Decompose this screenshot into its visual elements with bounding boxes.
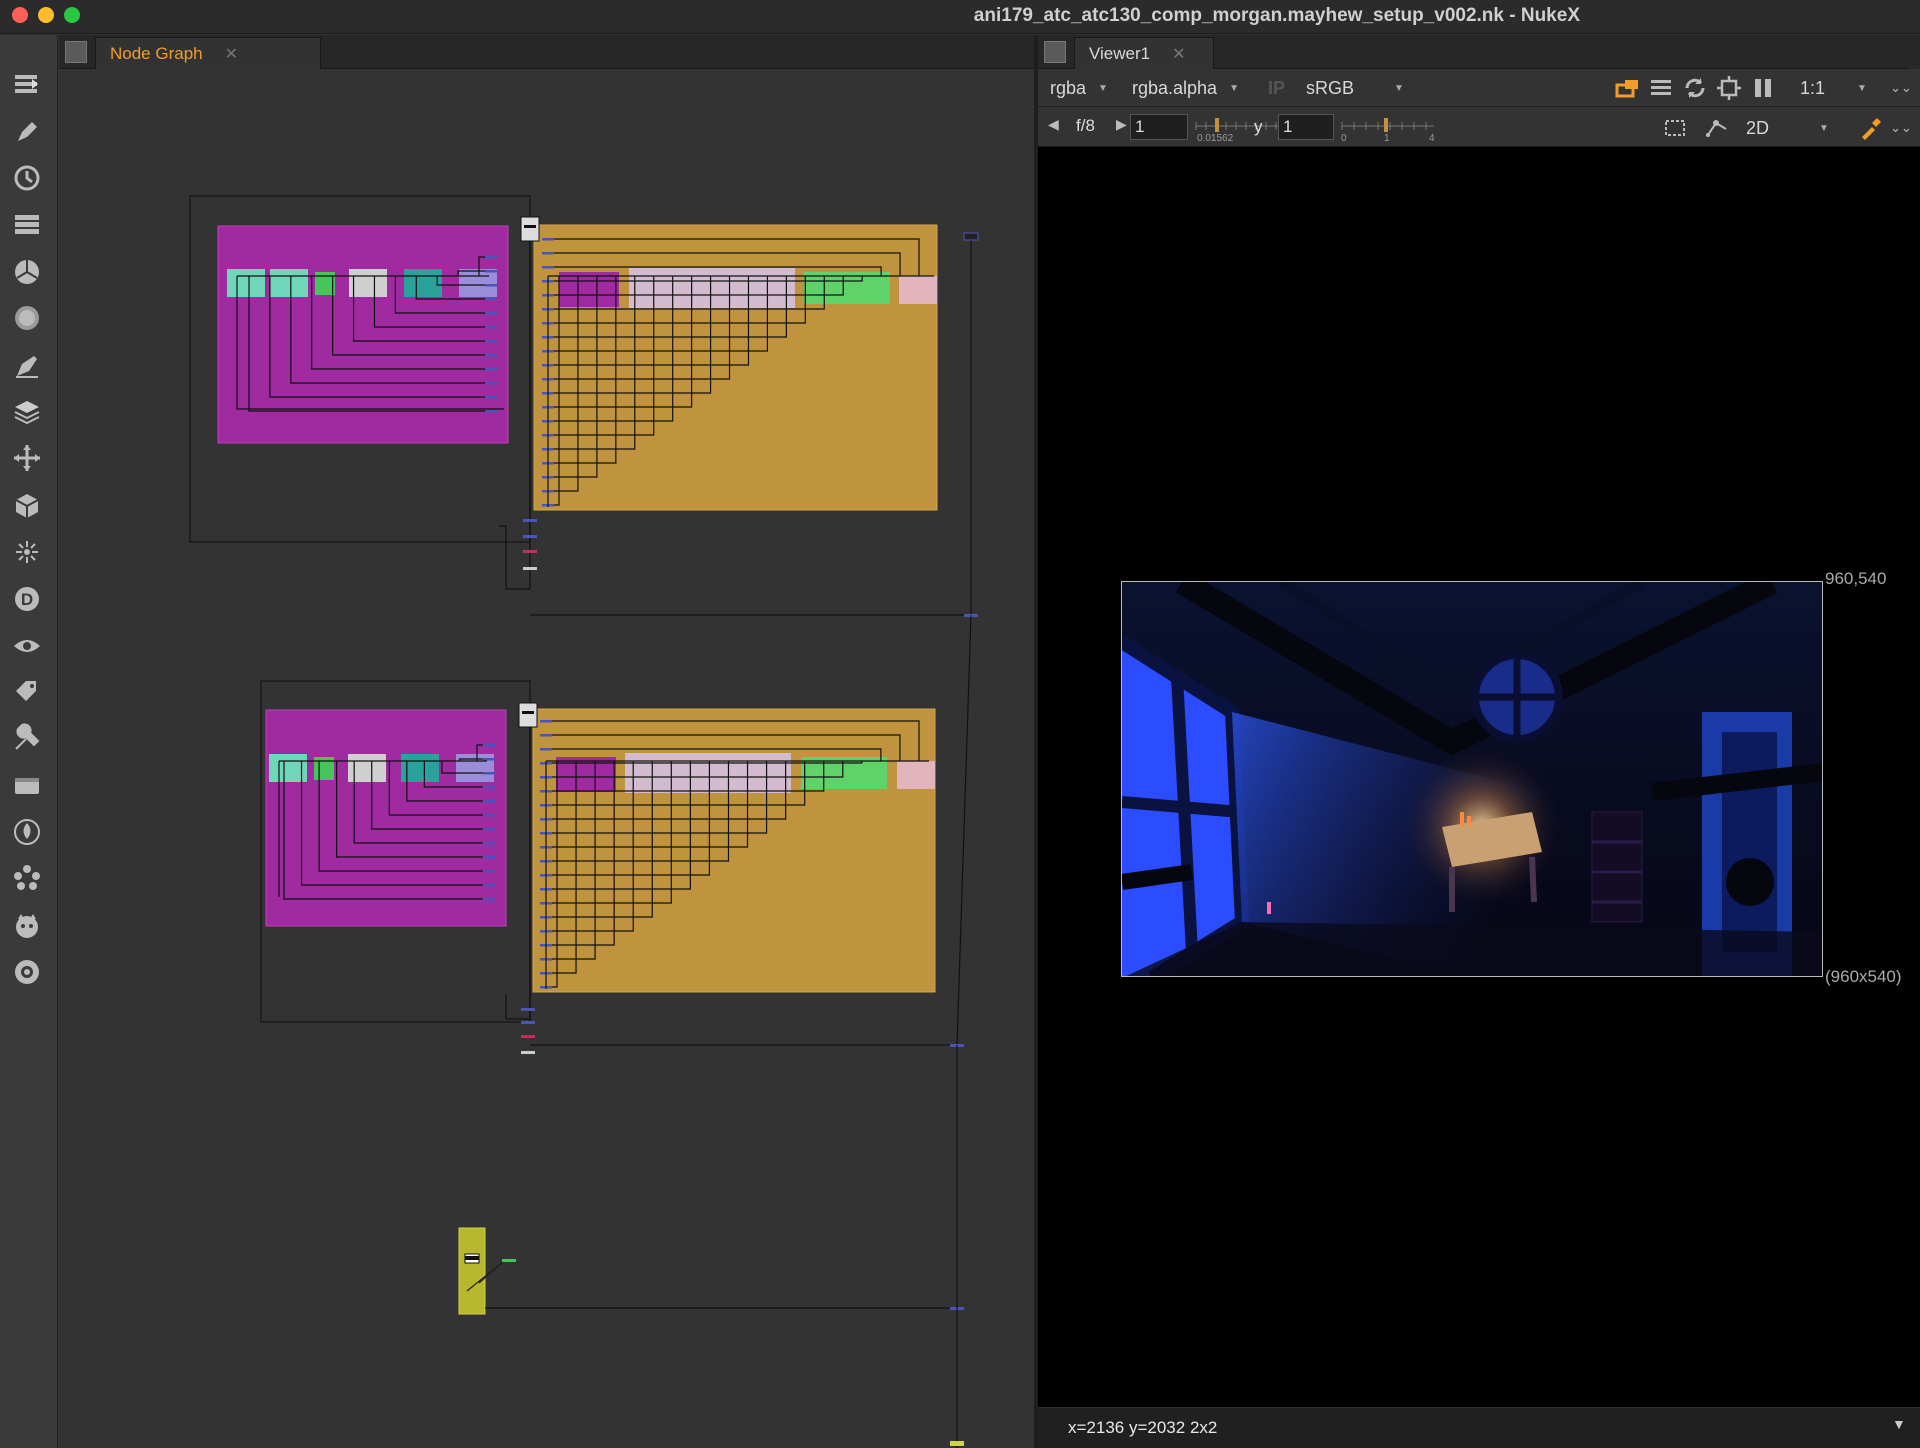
colorspace-value: sRGB [1306,77,1355,98]
title-bar: ani179_atc_atc130_comp_morgan.mayhew_set… [0,0,1920,34]
toolsets-icon[interactable] [8,719,46,757]
image-icon[interactable] [8,65,46,103]
metadata-icon[interactable] [8,673,46,711]
output-pins-middle [521,1008,535,1054]
chevron-down-icon: ▼ [1819,122,1829,134]
wipe-icon[interactable] [1704,115,1730,141]
channel-icon[interactable] [8,205,46,243]
tab-node-graph-label: Node Graph [110,43,203,63]
backdrop-orange-middle [532,708,936,993]
refresh-icon[interactable] [1682,75,1708,101]
time-icon[interactable] [8,159,46,197]
channels-dropdown[interactable]: rgba ▼ [1050,76,1108,100]
panel-menu-button[interactable] [1044,41,1066,63]
draw-icon[interactable] [8,113,46,151]
gamma-label: y [1254,117,1263,136]
view-mode-dropdown[interactable]: 2D ▼ [1746,116,1829,140]
keyer-icon[interactable] [8,347,46,385]
gain-tick-label: 0.01562 [1197,133,1234,142]
view-mode-value: 2D [1746,117,1770,138]
roi-overlay-icon[interactable] [1614,75,1640,101]
node-graph-panel: Node Graph ✕ [59,35,1034,1448]
gain-input[interactable]: 1 [1130,114,1188,140]
svg-text:D: D [21,590,33,609]
merge-icon[interactable] [8,393,46,431]
cara-vr-icon[interactable] [8,859,46,897]
views-icon[interactable] [8,627,46,665]
previous-stop-icon[interactable]: ◀ [1048,116,1059,133]
viewer-panel: Viewer1 ✕ rgba ▼ rgba.alpha ▼ IP sRGB ▼ 1:1… [1038,35,1920,1448]
ip-label: IP [1268,77,1286,98]
gain-slider[interactable]: 0.01562 [1192,112,1282,142]
viewer-image-frame [1121,581,1823,977]
gamma-tick-4: 4 [1429,133,1435,142]
node-group-middle[interactable] [260,614,972,1054]
node-row-middle-right [556,753,935,793]
panel-edge [1908,35,1920,69]
pause-icon[interactable] [1750,75,1776,101]
node-graph-tabbar: Node Graph ✕ [59,35,1034,69]
viewer-toolbar-top: rgba ▼ rgba.alpha ▼ IP sRGB ▼ 1:1 ▼ ⌄⌄ [1038,69,1920,107]
nukex-window: ani179_atc_atc130_comp_morgan.mayhew_set… [0,0,1920,1448]
chevron-down-icon: ▼ [1857,82,1867,94]
transform-icon[interactable] [8,439,46,477]
close-tab-icon[interactable]: ✕ [1172,44,1185,64]
tab-node-graph[interactable]: Node Graph ✕ [95,37,321,69]
region-icon[interactable] [1716,75,1742,101]
zoom-dropdown[interactable]: 1:1 ▼ [1800,76,1867,100]
particles-icon[interactable] [8,533,46,571]
expand-icon[interactable]: ⌄⌄ [1890,76,1912,100]
viewer-toolbar-bottom: ◀ f/8 ▶ 1 0.01562 y 1 0 1 4 2D ▼ ⌄⌄ [1038,107,1920,147]
gamma-tick-1: 1 [1384,133,1390,142]
ip-button[interactable]: IP [1268,76,1285,100]
gamma-input[interactable]: 1 [1278,114,1334,140]
window-title: ani179_atc_atc130_comp_morgan.mayhew_set… [973,5,1580,26]
gamma-tick-0: 0 [1341,133,1347,142]
tab-viewer1[interactable]: Viewer1 ✕ [1074,37,1214,69]
color-picker-icon[interactable] [1858,115,1884,141]
display-channel-dropdown[interactable]: rgba.alpha ▼ [1132,76,1239,100]
gamma-slider[interactable]: 0 1 4 [1338,112,1438,142]
pixel-info-readout: x=2136 y=2032 2x2 [1068,1418,1218,1437]
fstop-label[interactable]: f/8 [1076,116,1095,136]
ocula-icon[interactable] [8,907,46,945]
display-channel-value: rgba.alpha [1132,77,1218,98]
format-top-right-label: 960,540 [1825,569,1887,588]
node-bottom-yellow[interactable] [458,1045,964,1448]
viewer-canvas[interactable]: 960,540 (960x540) [1038,147,1920,1407]
zoom-value: 1:1 [1800,77,1826,98]
color-icon[interactable] [8,253,46,291]
other-icon[interactable] [8,766,46,804]
backdrop-orange-top [533,224,938,511]
chevron-down-icon[interactable]: ▼ [1892,1416,1906,1432]
node-graph-canvas[interactable] [59,69,1034,1448]
roi-select-icon[interactable] [1662,115,1688,141]
plugins-icon[interactable] [8,953,46,991]
dot-node-top [520,216,540,242]
viewer-tabbar: Viewer1 ✕ [1038,35,1920,69]
3d-icon[interactable] [8,487,46,525]
colorspace-dropdown[interactable]: sRGB ▼ [1306,76,1404,100]
viewer-status-bar: x=2136 y=2032 2x2 ▼ [1038,1407,1920,1448]
chevron-down-icon: ▼ [1229,82,1239,94]
furnace-icon[interactable] [8,813,46,851]
close-tab-icon[interactable]: ✕ [225,44,238,64]
expand-icon[interactable]: ⌄⌄ [1890,116,1912,140]
chevron-down-icon: ▼ [1394,82,1404,94]
tab-viewer1-label: Viewer1 [1089,43,1151,63]
channels-value: rgba [1050,77,1087,98]
next-stop-icon[interactable]: ▶ [1116,116,1127,133]
filter-icon[interactable] [8,299,46,337]
nodes-toolbar: D [0,35,58,1448]
deep-icon[interactable]: D [8,580,46,618]
rendered-scene-image [1122,582,1822,976]
dot-node-middle [518,702,538,728]
node-row-middle-left [269,754,494,782]
panel-menu-button[interactable] [65,41,87,63]
menu-lines-icon[interactable] [1648,75,1674,101]
chevron-down-icon: ▼ [1098,82,1108,94]
format-bottom-right-label: (960x540) [1825,967,1902,986]
